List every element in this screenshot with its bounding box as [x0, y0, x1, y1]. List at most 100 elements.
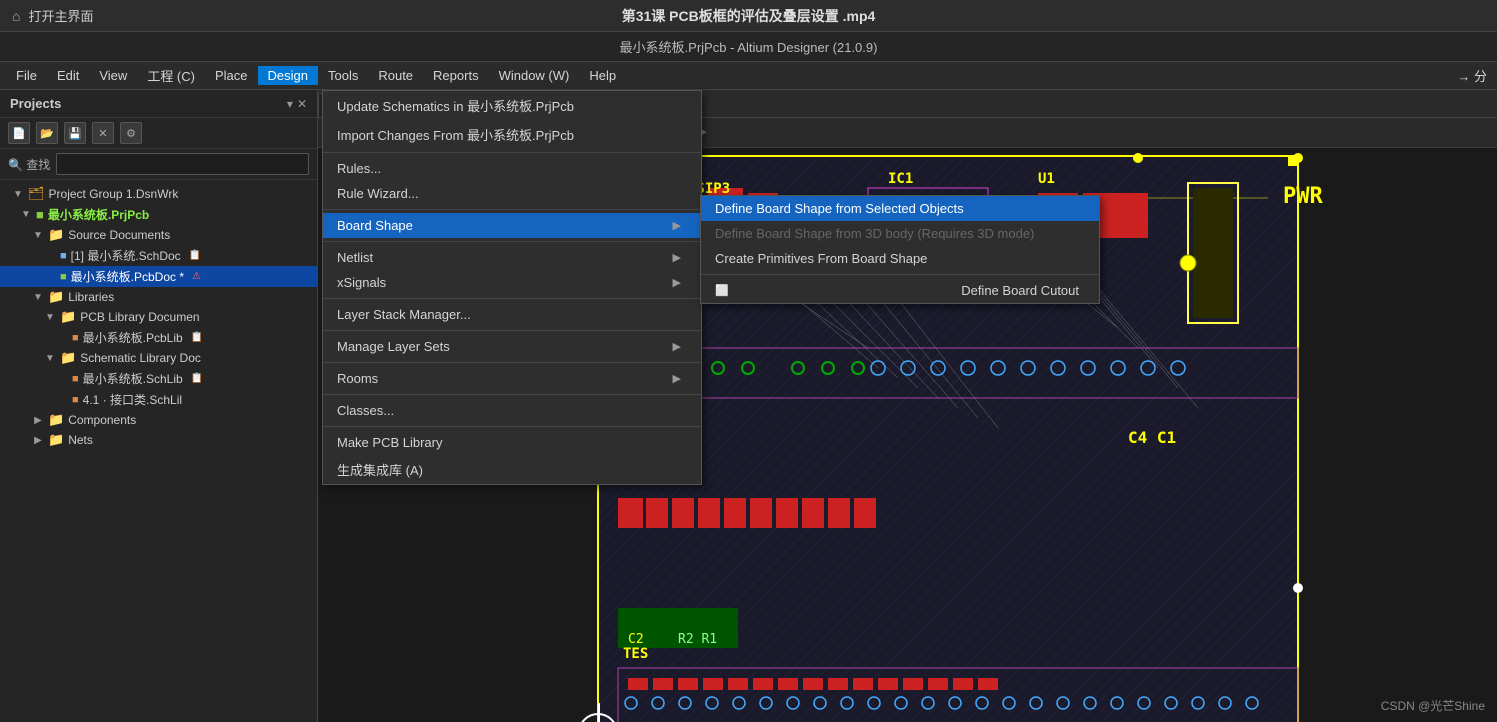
search-input[interactable] — [56, 153, 309, 175]
menu-manage-layers[interactable]: Manage Layer Sets ▶ — [323, 334, 701, 359]
libraries-label: Libraries — [68, 290, 114, 304]
menu-sep1 — [323, 152, 701, 153]
rules-label: Rules... — [337, 161, 381, 176]
svg-text:R2 R1: R2 R1 — [678, 632, 717, 647]
prjpcb-label: 最小系统板.PrjPcb — [48, 206, 149, 223]
menu-board-shape[interactable]: Board Shape ▶ — [323, 213, 701, 238]
tree-item-nets[interactable]: ▶ 📁 Nets — [0, 430, 317, 450]
project-group-label: Project Group 1.DsnWrk — [49, 187, 179, 201]
board-shape-arrow: ▶ — [673, 219, 681, 232]
menu-view[interactable]: View — [89, 66, 137, 85]
tree-item-pcbdoc[interactable]: ▷ ■ 最小系统板.PcbDoc * ⚠ — [0, 266, 317, 287]
tree-item-sch-lib-doc[interactable]: ▼ 📁 Schematic Library Doc — [0, 348, 317, 368]
search-box: 🔍 查找 — [0, 149, 317, 180]
menu-sep3 — [323, 241, 701, 242]
menu-design[interactable]: Design — [258, 66, 318, 85]
menu-rules[interactable]: Rules... — [323, 156, 701, 181]
update-sch-label: Update Schematics in 最小系统板.PrjPcb — [337, 96, 574, 115]
menu-make-pcblib[interactable]: Make PCB Library — [323, 430, 701, 455]
expand-arrow-comp: ▶ — [32, 415, 44, 426]
pcb-lib-doc-icon: 📁 — [60, 309, 76, 325]
crosshair-circle — [578, 713, 618, 722]
svg-text:C2: C2 — [628, 632, 644, 647]
components-label: Components — [68, 413, 136, 427]
tree-item-libraries[interactable]: ▼ 📁 Libraries — [0, 287, 317, 307]
tb-open-icon[interactable]: 📂 — [36, 122, 58, 144]
menu-define-from-selected[interactable]: Define Board Shape from Selected Objects — [701, 196, 1099, 221]
schlib-label: 最小系统板.SchLib — [83, 370, 183, 387]
menu-define-cutout[interactable]: ⬜ Define Board Cutout — [701, 278, 1099, 303]
menu-xsignals[interactable]: xSignals ▶ — [323, 270, 701, 295]
sch-lib-doc-label: Schematic Library Doc — [80, 351, 201, 365]
menu-rooms[interactable]: Rooms ▶ — [323, 366, 701, 391]
menu-create-primitives[interactable]: Create Primitives From Board Shape — [701, 246, 1099, 271]
expand-arrow: ▼ — [12, 189, 24, 200]
sidebar-header: Projects ▾ ✕ — [0, 90, 317, 118]
menu-file[interactable]: File — [6, 66, 47, 85]
tree-item-pcblib[interactable]: ▷ ■ 最小系统板.PcbLib 📋 — [0, 327, 317, 348]
manage-layers-label: Manage Layer Sets — [337, 339, 450, 354]
menu-update-sch[interactable]: Update Schematics in 最小系统板.PrjPcb — [323, 91, 701, 120]
tree-item-schlib[interactable]: ▷ ■ 最小系统板.SchLib 📋 — [0, 368, 317, 389]
classes-label: Classes... — [337, 403, 394, 418]
tb-settings-icon[interactable]: ⚙ — [120, 122, 142, 144]
expand-arrow-src: ▼ — [32, 230, 44, 241]
menu-gongcheng[interactable]: 工程 (C) — [137, 64, 205, 87]
search-label: 🔍 查找 — [8, 156, 50, 173]
boardshape-sep — [701, 274, 1099, 275]
schlib-icon: ■ — [72, 373, 79, 385]
source-docs-label: Source Documents — [68, 228, 170, 242]
pcbdoc-warning-icon: ⚠ — [192, 271, 201, 282]
tree-item-jiekou[interactable]: ▷ ■ 4.1 · 接口类.SchLil — [0, 389, 317, 410]
app-title: 最小系统板.PrjPcb - Altium Designer (21.0.9) — [620, 37, 878, 56]
tree-item-project-group[interactable]: ▼ 🗂 Project Group 1.DsnWrk — [0, 184, 317, 204]
schdoc-icon: ■ — [60, 250, 67, 262]
menu-classes[interactable]: Classes... — [323, 398, 701, 423]
pcblib-label: 最小系统板.PcbLib — [83, 329, 183, 346]
expand-arrow-schlib: ▼ — [44, 353, 56, 364]
menu-layer-stack[interactable]: Layer Stack Manager... — [323, 302, 701, 327]
tree-item-schdoc[interactable]: ▷ ■ [1] 最小系统.SchDoc 📋 — [0, 245, 317, 266]
tree-item-components[interactable]: ▶ 📁 Components — [0, 410, 317, 430]
sidebar-close-icon[interactable]: ✕ — [297, 97, 307, 111]
sidebar-pin-icon[interactable]: ▾ — [287, 97, 293, 111]
svg-text:TES: TES — [623, 646, 648, 662]
tb-save-icon[interactable]: 💾 — [64, 122, 86, 144]
cutout-icon: ⬜ — [715, 284, 729, 297]
menu-help[interactable]: Help — [579, 66, 626, 85]
menu-sep5 — [323, 330, 701, 331]
import-changes-label: Import Changes From 最小系统板.PrjPcb — [337, 125, 574, 144]
menu-import-changes[interactable]: Import Changes From 最小系统板.PrjPcb — [323, 120, 701, 149]
tree-item-prjpcb[interactable]: ▼ ■ 最小系统板.PrjPcb — [0, 204, 317, 225]
home-button-label[interactable]: 打开主界面 — [28, 6, 93, 25]
nets-label: Nets — [68, 433, 93, 447]
tree-item-pcb-lib-doc[interactable]: ▼ 📁 PCB Library Documen — [0, 307, 317, 327]
menu-window[interactable]: Window (W) — [489, 66, 580, 85]
tb-close-icon[interactable]: ✕ — [92, 122, 114, 144]
menu-shengcheng[interactable]: 生成集成库 (A) — [323, 455, 701, 484]
menu-edit[interactable]: Edit — [47, 66, 89, 85]
menu-sep4 — [323, 298, 701, 299]
board-shape-label: Board Shape — [337, 218, 413, 233]
tree-item-source-docs[interactable]: ▼ 📁 Source Documents — [0, 225, 317, 245]
pcblib-icon: ■ — [72, 332, 79, 344]
menu-reports[interactable]: Reports — [423, 66, 489, 85]
menu-route[interactable]: Route — [368, 66, 423, 85]
main-layout: Projects ▾ ✕ 📄 📂 💾 ✕ ⚙ 🔍 查找 ▼ 🗂 Project … — [0, 90, 1497, 722]
menu-define-from-3d: Define Board Shape from 3D body (Require… — [701, 221, 1099, 246]
define-from-selected-label: Define Board Shape from Selected Objects — [715, 201, 964, 216]
rule-wizard-label: Rule Wizard... — [337, 186, 419, 201]
netlist-label: Netlist — [337, 250, 373, 265]
rooms-arrow: ▶ — [673, 372, 681, 385]
menu-tools[interactable]: Tools — [318, 66, 368, 85]
create-primitives-label: Create Primitives From Board Shape — [715, 251, 927, 266]
menu-share[interactable]: → 分 — [1447, 64, 1497, 87]
prjpcb-icon: ■ — [36, 207, 44, 222]
tb-new-icon[interactable]: 📄 — [8, 122, 30, 144]
source-docs-icon: 📁 — [48, 227, 64, 243]
menu-rule-wizard[interactable]: Rule Wizard... — [323, 181, 701, 206]
menu-place[interactable]: Place — [205, 66, 258, 85]
menu-netlist[interactable]: Netlist ▶ — [323, 245, 701, 270]
sidebar: Projects ▾ ✕ 📄 📂 💾 ✕ ⚙ 🔍 查找 ▼ 🗂 Project … — [0, 90, 318, 722]
schlib-note-icon: 📋 — [191, 373, 203, 384]
